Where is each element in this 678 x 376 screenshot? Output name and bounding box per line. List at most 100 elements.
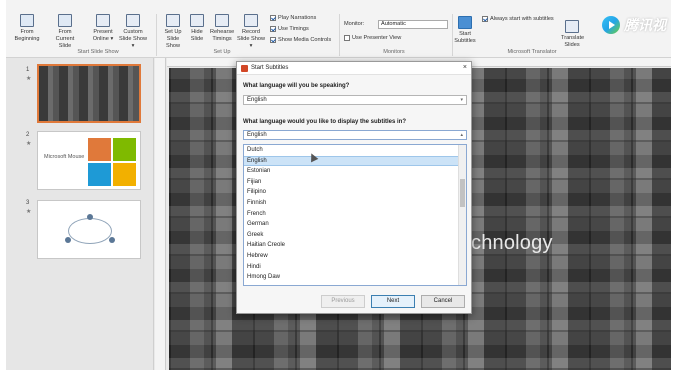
rehearse-timings-icon (215, 14, 229, 27)
subtitle-language-question: What language would you like to display … (243, 119, 407, 125)
monitor-select[interactable]: Automatic (378, 20, 448, 29)
powerpoint-icon (241, 65, 248, 72)
transition-star-icon: ★ (26, 76, 32, 82)
presenter-view-label: Use Presenter View (352, 35, 402, 41)
scrollbar-thumb[interactable] (460, 179, 465, 207)
show-media-controls-checkbox[interactable]: Show Media Controls (270, 37, 331, 43)
language-option[interactable]: German (244, 219, 466, 230)
record-slide-show-label: Record Slide Show ▾ (237, 29, 265, 49)
vertical-ruler (155, 58, 166, 370)
use-timings-label: Use Timings (278, 26, 309, 32)
group-separator (156, 14, 157, 56)
group-separator (339, 14, 340, 56)
group-label-monitors: Monitors (383, 49, 405, 55)
language-option[interactable]: Hmong Daw (244, 272, 466, 283)
cycle-diagram (68, 218, 112, 244)
present-online-button[interactable]: Present Online ▾ (90, 14, 116, 43)
ribbon: From Beginning From Current Slide Presen… (6, 0, 671, 58)
language-option[interactable]: English (244, 155, 466, 167)
language-option[interactable]: Finnish (244, 198, 466, 209)
cycle-node (109, 237, 115, 243)
dialog-title: Start Subtitles (251, 65, 289, 71)
present-online-label: Present Online ▾ (92, 29, 114, 42)
language-option[interactable]: Greek (244, 230, 466, 241)
translate-slides-label: Translate Slides (561, 35, 585, 48)
powerpoint-window: From Beginning From Current Slide Presen… (6, 0, 671, 370)
set-up-slide-show-button[interactable]: Set Up Slide Show (160, 14, 186, 50)
checkbox-box (344, 35, 350, 41)
tencent-video-logo (602, 16, 620, 34)
use-timings-checkbox[interactable]: Use Timings (270, 26, 309, 32)
subtitles-icon (458, 16, 472, 29)
chevron-down-icon: ▴ (460, 132, 463, 138)
present-online-icon (96, 14, 110, 27)
close-icon[interactable]: × (463, 64, 467, 71)
transition-star-icon: ★ (26, 209, 32, 215)
language-option[interactable]: Estonian (244, 166, 466, 177)
cycle-node (87, 214, 93, 220)
record-slide-show-icon (244, 14, 258, 27)
list-scrollbar[interactable] (458, 145, 466, 285)
previous-button[interactable]: Previous (321, 295, 365, 308)
language-options: Dutch English Estonian Fijian Filipino Finnis… (244, 145, 466, 283)
language-option[interactable]: Dutch (244, 145, 466, 156)
language-option[interactable]: Hindi (244, 262, 466, 273)
set-up-slide-show-icon (166, 14, 180, 27)
spoken-language-value: English (247, 97, 267, 103)
always-start-subtitles-checkbox[interactable]: Always start with subtitles (482, 16, 554, 22)
language-option[interactable]: Haitian Creole (244, 240, 466, 251)
from-current-slide-button[interactable]: From Current Slide (50, 14, 80, 50)
watermark-text: 腾讯视 (624, 18, 666, 34)
language-option[interactable]: French (244, 209, 466, 220)
hide-slide-button[interactable]: Hide Slide (188, 14, 206, 43)
slide-thumbnail-1[interactable] (37, 64, 141, 123)
translate-slides-button[interactable]: Translate Slides (561, 20, 585, 49)
from-beginning-button[interactable]: From Beginning (14, 14, 40, 43)
start-subtitles-label: Start Subtitles (454, 31, 476, 44)
next-button[interactable]: Next (371, 295, 415, 308)
spoken-language-dropdown[interactable]: English ▾ (243, 95, 467, 105)
presenter-view-checkbox[interactable]: Use Presenter View (344, 35, 401, 41)
show-media-controls-label: Show Media Controls (278, 37, 332, 43)
custom-slide-show-button[interactable]: Custom Slide Show ▾ (118, 14, 148, 50)
language-option[interactable]: Fijian (244, 177, 466, 188)
custom-slide-show-label: Custom Slide Show ▾ (119, 29, 147, 49)
language-option[interactable]: Hebrew (244, 251, 466, 262)
cancel-button[interactable]: Cancel (421, 295, 465, 308)
thumbnail-title: Microsoft Mouse (44, 154, 85, 160)
set-up-slide-show-label: Set Up Slide Show (164, 29, 182, 49)
tile-green (113, 138, 136, 161)
cycle-node (65, 237, 71, 243)
rehearse-timings-button[interactable]: Rehearse Timings (210, 14, 234, 43)
slide-number: 3 (26, 200, 30, 206)
play-narrations-checkbox[interactable]: Play Narrations (270, 15, 316, 21)
rehearse-timings-label: Rehearse Timings (210, 29, 235, 42)
group-label-set-up: Set Up (213, 49, 231, 55)
monitor-label: Monitor: (344, 21, 365, 27)
record-slide-show-button[interactable]: Record Slide Show ▾ (236, 14, 266, 50)
slide-thumbnails-panel: 1 ★ 2 ★ Microsoft Mouse 3 ★ (6, 58, 154, 370)
dialog-titlebar: Start Subtitles × (237, 62, 471, 75)
tile-blue (88, 163, 111, 186)
from-current-slide-icon (58, 14, 72, 27)
chevron-down-icon: ▾ (460, 97, 463, 103)
language-list[interactable]: Dutch English Estonian Fijian Filipino Finnis… (243, 144, 467, 286)
custom-slide-show-icon (126, 14, 140, 27)
slide-thumbnail-3[interactable] (37, 200, 141, 259)
language-option[interactable]: Filipino (244, 187, 466, 198)
slide-thumbnail-2[interactable]: Microsoft Mouse (37, 131, 141, 190)
slide-title-text[interactable]: chnology (471, 232, 553, 255)
monitor-value: Automatic (381, 21, 406, 27)
hide-slide-icon (190, 14, 204, 27)
tile-orange (88, 138, 111, 161)
subtitle-language-dropdown[interactable]: English ▴ (243, 130, 467, 140)
group-separator (452, 14, 453, 56)
always-start-label: Always start with subtitles (490, 16, 554, 22)
from-beginning-icon (20, 14, 34, 27)
start-subtitles-button[interactable]: Start Subtitles (454, 16, 476, 45)
transition-star-icon: ★ (26, 141, 32, 147)
hide-slide-label: Hide Slide (190, 29, 204, 42)
slide-number: 1 (26, 67, 30, 73)
group-label-start-slide-show: Start Slide Show (77, 49, 119, 55)
from-beginning-label: From Beginning (14, 29, 40, 42)
